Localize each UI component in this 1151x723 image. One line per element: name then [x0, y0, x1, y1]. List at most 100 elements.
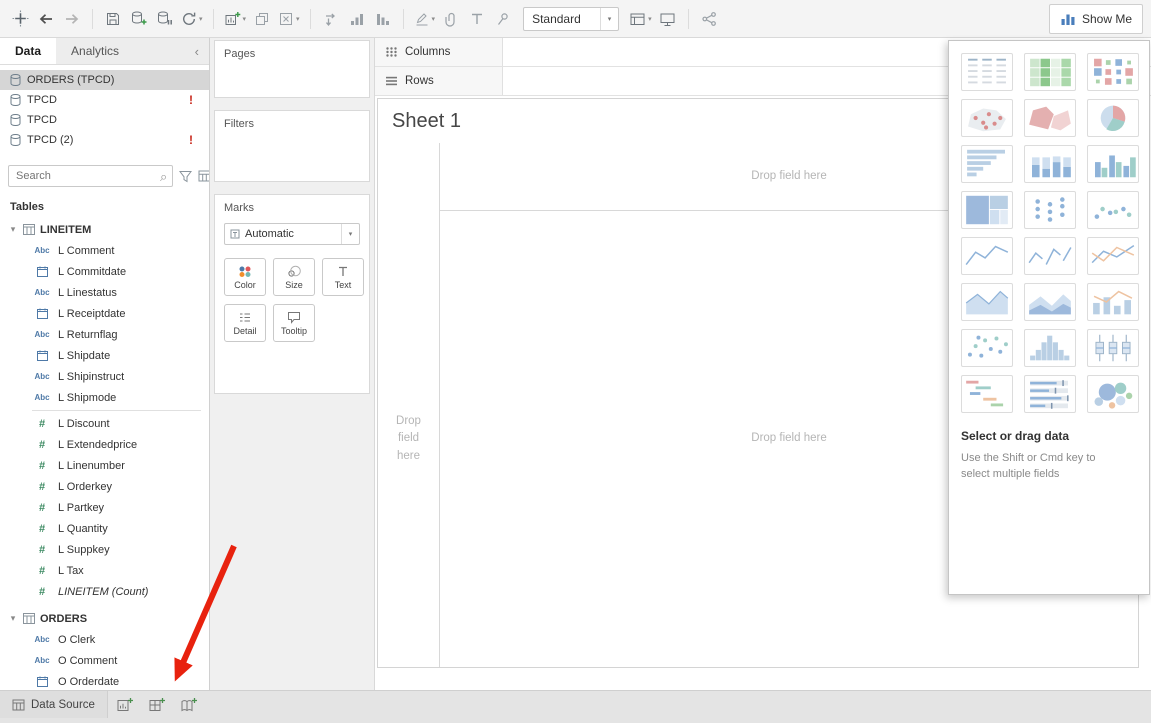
- field-l-comment[interactable]: AbcL Comment: [0, 240, 209, 261]
- marks-button-tooltip[interactable]: Tooltip: [273, 304, 315, 342]
- showme-gantt-chart-icon[interactable]: [961, 375, 1013, 413]
- tab-data[interactable]: Data: [0, 38, 56, 64]
- showme-continuous-lines-icon[interactable]: [961, 237, 1013, 275]
- data-source-1[interactable]: ORDERS (TPCD): [0, 70, 209, 90]
- mark-type-dropdown[interactable]: Automatic ▾: [224, 223, 360, 245]
- data-source-2[interactable]: TPCD!: [0, 90, 209, 110]
- showme-scatter-plot-icon[interactable]: [961, 329, 1013, 367]
- marks-button-detail[interactable]: Detail: [224, 304, 266, 342]
- field-l-commitdate[interactable]: L Commitdate: [0, 261, 209, 282]
- field-l-partkey[interactable]: #L Partkey: [0, 497, 209, 518]
- field-l-orderkey[interactable]: #L Orderkey: [0, 476, 209, 497]
- field-l-tax[interactable]: #L Tax: [0, 560, 209, 581]
- showme-symbol-map-icon[interactable]: [961, 99, 1013, 137]
- showme-side-by-side-bars-icon[interactable]: [1087, 145, 1139, 183]
- duplicate-sheet-button[interactable]: [250, 6, 274, 32]
- save-button[interactable]: [101, 6, 125, 32]
- field-o-orderdate[interactable]: O Orderdate: [0, 671, 209, 690]
- highlight-button[interactable]: ▾: [412, 6, 438, 32]
- presentation-mode-button[interactable]: [656, 6, 680, 32]
- new-worksheet-tab-button[interactable]: [112, 691, 140, 718]
- chevron-down-icon[interactable]: ▾: [648, 15, 652, 23]
- filter-icon[interactable]: [179, 170, 192, 183]
- showme-heat-map-icon[interactable]: [1087, 53, 1139, 91]
- table-header-lineitem[interactable]: ▾LINEITEM: [0, 219, 209, 240]
- run-update-button[interactable]: ▾: [179, 6, 205, 32]
- group-members-button[interactable]: [439, 6, 463, 32]
- share-button[interactable]: [697, 6, 721, 32]
- field-l-extendedprice[interactable]: #L Extendedprice: [0, 434, 209, 455]
- showme-discrete-lines-icon[interactable]: [1024, 237, 1076, 275]
- showme-area-chart-continuous-icon[interactable]: [961, 283, 1013, 321]
- new-data-source-button[interactable]: [127, 6, 151, 32]
- pause-auto-updates-button[interactable]: [153, 6, 177, 32]
- field-l-shipmode[interactable]: AbcL Shipmode: [0, 387, 209, 408]
- tab-analytics[interactable]: Analytics: [56, 38, 134, 64]
- showme-stacked-bars-icon[interactable]: [1024, 145, 1076, 183]
- chevron-down-icon[interactable]: ▾: [296, 15, 300, 23]
- show-hide-cards-button[interactable]: ▾: [627, 6, 654, 32]
- field-l-suppkey[interactable]: #L Suppkey: [0, 539, 209, 560]
- showme-dual-lines-icon[interactable]: [1087, 237, 1139, 275]
- showme-side-by-side-circles-icon[interactable]: [1087, 191, 1139, 229]
- showme-dual-combination-icon[interactable]: [1087, 283, 1139, 321]
- field-lineitem-count[interactable]: #LINEITEM (Count): [0, 581, 209, 602]
- field-l-quantity[interactable]: #L Quantity: [0, 518, 209, 539]
- new-worksheet-button[interactable]: ▾: [222, 6, 249, 32]
- field-l-linenumber[interactable]: #L Linenumber: [0, 455, 209, 476]
- search-input[interactable]: ⌕: [8, 165, 173, 187]
- showme-circle-views-icon[interactable]: [1024, 191, 1076, 229]
- sort-ascending-button[interactable]: [345, 6, 369, 32]
- showme-area-chart-discrete-icon[interactable]: [1024, 283, 1076, 321]
- show-me-button[interactable]: Show Me: [1049, 4, 1143, 34]
- showme-pie-chart-icon[interactable]: [1087, 99, 1139, 137]
- showme-highlight-table-icon[interactable]: [1024, 53, 1076, 91]
- undo-button[interactable]: [34, 6, 58, 32]
- filters-shelf[interactable]: Filters: [214, 110, 370, 182]
- table-header-orders[interactable]: ▾ORDERS: [0, 608, 209, 629]
- showme-packed-bubbles-icon[interactable]: [1087, 375, 1139, 413]
- marks-button-text[interactable]: Text: [322, 258, 364, 296]
- field-l-returnflag[interactable]: AbcL Returnflag: [0, 324, 209, 345]
- fix-axes-button[interactable]: [491, 6, 515, 32]
- chevron-down-icon[interactable]: ▾: [341, 224, 359, 244]
- showme-box-and-whisker-icon[interactable]: [1087, 329, 1139, 367]
- chevron-down-icon[interactable]: ▾: [243, 15, 247, 23]
- field-l-shipdate[interactable]: L Shipdate: [0, 345, 209, 366]
- new-dashboard-button[interactable]: [144, 691, 172, 718]
- marks-button-size[interactable]: Size: [273, 258, 315, 296]
- chevron-down-icon[interactable]: ▾: [199, 15, 203, 23]
- showme-text-table-icon[interactable]: [961, 53, 1013, 91]
- new-story-button[interactable]: [176, 691, 204, 718]
- redo-button[interactable]: [60, 6, 84, 32]
- data-source-3[interactable]: TPCD: [0, 110, 209, 130]
- show-mark-labels-button[interactable]: [465, 6, 489, 32]
- collapse-pane-icon[interactable]: ‹: [185, 38, 209, 64]
- data-source-4[interactable]: TPCD (2)!: [0, 130, 209, 150]
- sort-descending-button[interactable]: [371, 6, 395, 32]
- showme-horizontal-bars-icon[interactable]: [961, 145, 1013, 183]
- pages-shelf[interactable]: Pages: [214, 40, 370, 98]
- fit-dropdown[interactable]: Standard ▾: [523, 7, 619, 31]
- field-o-comment[interactable]: AbcO Comment: [0, 650, 209, 671]
- search-field[interactable]: [14, 169, 160, 183]
- swap-axes-button[interactable]: [319, 6, 343, 32]
- showme-treemap-icon[interactable]: [961, 191, 1013, 229]
- field-l-receiptdate[interactable]: L Receiptdate: [0, 303, 209, 324]
- field-l-shipinstruct[interactable]: AbcL Shipinstruct: [0, 366, 209, 387]
- field-l-linestatus[interactable]: AbcL Linestatus: [0, 282, 209, 303]
- showme-filled-map-icon[interactable]: [1024, 99, 1076, 137]
- showme-bullet-graph-icon[interactable]: [1024, 375, 1076, 413]
- showme-histogram-icon[interactable]: [1024, 329, 1076, 367]
- chevron-down-icon[interactable]: ▾: [432, 15, 436, 23]
- collapse-caret-icon[interactable]: ▾: [8, 224, 18, 235]
- collapse-caret-icon[interactable]: ▾: [8, 613, 18, 624]
- marks-button-color[interactable]: Color: [224, 258, 266, 296]
- data-source-tab[interactable]: Data Source: [0, 691, 108, 718]
- chevron-down-icon[interactable]: ▾: [600, 8, 618, 30]
- clear-sheet-button[interactable]: ▾: [276, 6, 302, 32]
- view-options-icon[interactable]: ▾: [198, 170, 210, 182]
- field-l-discount[interactable]: #L Discount: [0, 413, 209, 434]
- left-drop-zone[interactable]: Drop field here: [378, 211, 440, 667]
- field-o-clerk[interactable]: AbcO Clerk: [0, 629, 209, 650]
